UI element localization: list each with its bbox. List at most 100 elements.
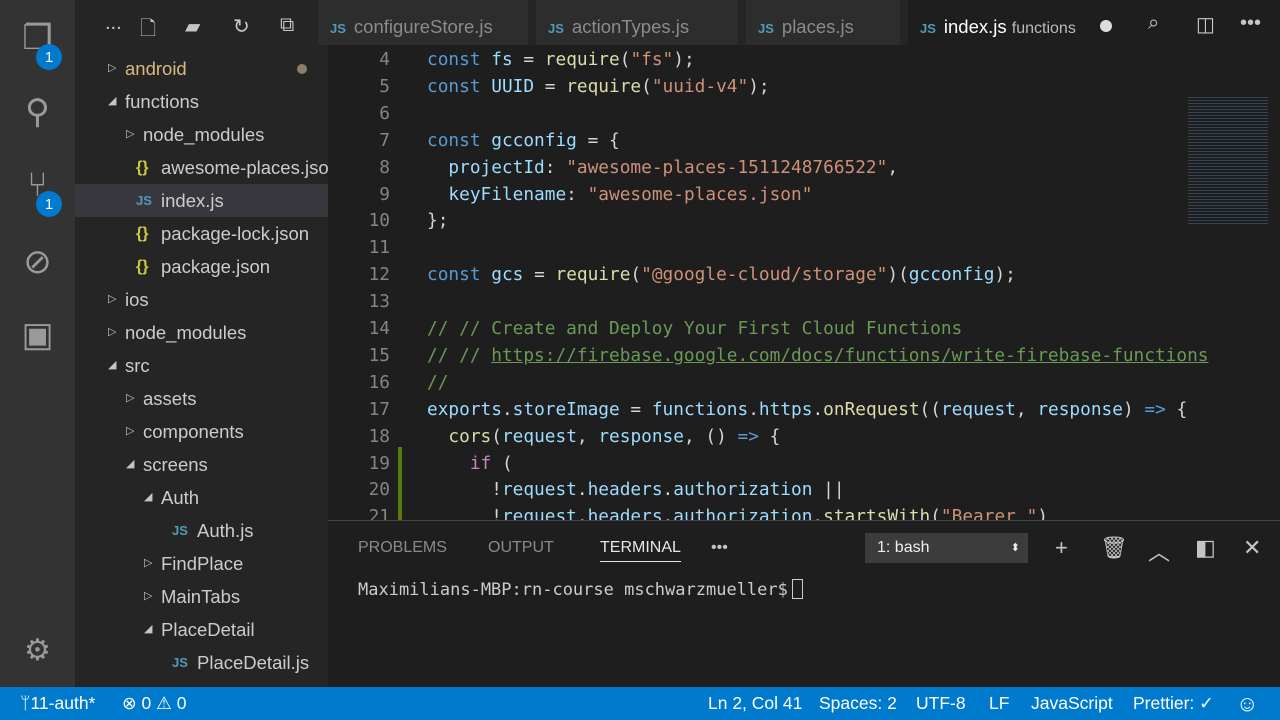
line-number: 14 — [368, 318, 390, 339]
language-mode[interactable]: JavaScript — [1031, 687, 1113, 720]
tab-actionTypes-js[interactable]: JS actionTypes.js — [536, 0, 738, 45]
prettier-status[interactable]: Prettier: ✓ — [1133, 687, 1214, 720]
tab-label: places.js — [781, 16, 854, 37]
code-editor[interactable]: 4 const fs = require("fs"); 5 const UUID = … — [328, 45, 1280, 520]
trash-icon[interactable]: 🗑 — [1100, 535, 1128, 561]
chevron-right-icon: ▷ — [108, 293, 117, 305]
more-actions-icon[interactable]: ••• — [1240, 12, 1261, 35]
code-token: . — [812, 398, 824, 420]
tree-item[interactable]: {} awesome-places.json — [75, 151, 328, 184]
toggle-panel-layout-icon[interactable]: ◧ — [1195, 535, 1216, 561]
json-file-icon: {} — [136, 258, 149, 275]
close-panel-icon[interactable]: ✕ — [1243, 535, 1261, 561]
tree-item[interactable]: ▷ assets — [75, 382, 328, 415]
code-token: // // — [427, 344, 492, 366]
terminal-select[interactable]: 1: bash ⬍ — [865, 533, 1028, 563]
panel-more-button[interactable]: ••• — [711, 539, 728, 557]
extensions-icon[interactable]: ▣ — [0, 305, 75, 365]
line-number: 18 — [368, 425, 390, 447]
chevron-down-icon: ◢ — [108, 95, 117, 107]
js-file-icon: JS — [548, 21, 564, 36]
branch-status[interactable]: ᛘ11-auth* — [20, 687, 95, 720]
split-editor-icon[interactable]: ◫ — [1196, 12, 1215, 37]
code-token: "fs" — [630, 49, 674, 70]
code-token: : — [544, 156, 567, 178]
tree-item[interactable]: ▷ FindPlace — [75, 547, 328, 580]
tab-configureStore-js[interactable]: JS configureStore.js — [318, 0, 528, 45]
tree-item[interactable]: ▷ node_modules — [75, 316, 328, 349]
code-token: ! — [427, 479, 502, 501]
tree-item[interactable]: JS Auth.js — [75, 514, 328, 547]
tree-item-label: functions — [125, 91, 200, 112]
terminal[interactable]: Maximilians-MBP:rn-course mschwarzmuelle… — [358, 579, 803, 600]
tree-item-label: node_modules — [143, 124, 265, 145]
tree-item[interactable]: ◢ screens — [75, 448, 328, 481]
source-control-icon[interactable]: ⑂ 1 — [0, 155, 75, 217]
search-icon[interactable]: ⚲ — [0, 82, 75, 142]
tree-item[interactable]: {} package.json — [75, 250, 328, 283]
line-number: 13 — [368, 291, 390, 313]
tree-item-label: awesome-places.json — [161, 157, 328, 178]
cursor-position[interactable]: Ln 2, Col 41 — [708, 687, 802, 720]
code-line: const UUID = require("uuid-v4"); — [427, 73, 770, 100]
maximize-panel-icon[interactable]: ︿ — [1148, 535, 1170, 567]
new-folder-icon[interactable]: ▰ — [185, 14, 200, 39]
tree-item[interactable]: ▷ MainTabs — [75, 580, 328, 613]
refresh-icon[interactable]: ↻ — [233, 14, 250, 39]
settings-gear-icon[interactable]: ⚙ — [0, 620, 75, 680]
tree-item[interactable]: ◢ PlaceDetail — [75, 613, 328, 646]
code-token: storeImage — [512, 398, 620, 420]
tree-item[interactable]: ◢ functions — [75, 85, 328, 118]
feedback-smiley-icon[interactable]: ☺ — [1236, 687, 1258, 720]
modified-dot-icon — [297, 64, 307, 74]
tree-item[interactable]: ◢ src — [75, 349, 328, 382]
explorer-badge: 1 — [36, 44, 62, 70]
tree-item-label: index.js — [161, 190, 224, 211]
tree-item[interactable]: ▷ ios — [75, 283, 328, 316]
problems-status[interactable]: ⊗ 0 ⚠ 0 — [122, 687, 186, 720]
tab-terminal[interactable]: TERMINAL — [600, 539, 681, 562]
tab-index-js[interactable]: JS index.js functions — [908, 0, 1280, 45]
tab-places-js[interactable]: JS places.js — [746, 0, 900, 45]
warning-icon: ⚠ — [156, 693, 172, 713]
tree-item[interactable]: JS index.js — [75, 184, 328, 217]
tree-item[interactable]: JS PlaceDetail.js — [75, 646, 328, 679]
tree-item[interactable]: ▷ android — [75, 52, 328, 85]
line-ending[interactable]: LF — [989, 687, 1009, 720]
tab-label: actionTypes.js — [571, 16, 690, 37]
code-token: const — [427, 264, 492, 286]
tree-item[interactable]: {} package-lock.json — [75, 217, 328, 250]
code-token: ) — [1037, 506, 1048, 520]
code-token: const — [427, 129, 492, 151]
encoding[interactable]: UTF-8 — [916, 687, 966, 720]
code-token: { — [1165, 398, 1188, 420]
tab-output[interactable]: OUTPUT — [488, 539, 554, 557]
tree-item[interactable]: ▷ components — [75, 415, 328, 448]
select-arrows-icon: ⬍ — [1010, 542, 1020, 554]
new-file-icon[interactable]: 🗋 — [140, 14, 156, 48]
tree-item-label: assets — [143, 388, 197, 409]
code-token: = — [619, 398, 652, 420]
indentation[interactable]: Spaces: 2 — [819, 687, 897, 720]
search-editor-icon[interactable]: ⌕ — [1148, 12, 1159, 35]
code-token: request — [501, 506, 577, 520]
code-token: (( — [919, 398, 941, 420]
terminal-select-value: 1: bash — [877, 539, 930, 556]
code-token: gcconfig — [491, 129, 577, 151]
tab-problems[interactable]: PROBLEMS — [358, 539, 447, 557]
collapse-all-icon[interactable]: ⧉ — [280, 14, 294, 37]
code-token: || — [812, 479, 845, 501]
tree-item[interactable]: ◢ Auth — [75, 481, 328, 514]
minimap[interactable] — [1188, 95, 1268, 225]
code-token: ( — [491, 425, 502, 447]
new-terminal-icon[interactable]: + — [1055, 535, 1068, 561]
branch-icon: ᛘ — [20, 693, 31, 713]
explorer-icon[interactable]: ❐ 1 — [0, 8, 75, 70]
tree-item[interactable]: ▷ node_modules — [75, 118, 328, 151]
debug-icon[interactable]: ⊘ — [0, 232, 75, 292]
tree-item-label: node_modules — [125, 322, 247, 343]
code-token[interactable]: https://firebase.google.com/docs/functio… — [491, 345, 1208, 366]
code-token: ); — [748, 75, 770, 97]
more-actions-button[interactable]: ... — [105, 12, 122, 35]
unsaved-dot-icon[interactable] — [1100, 20, 1112, 32]
